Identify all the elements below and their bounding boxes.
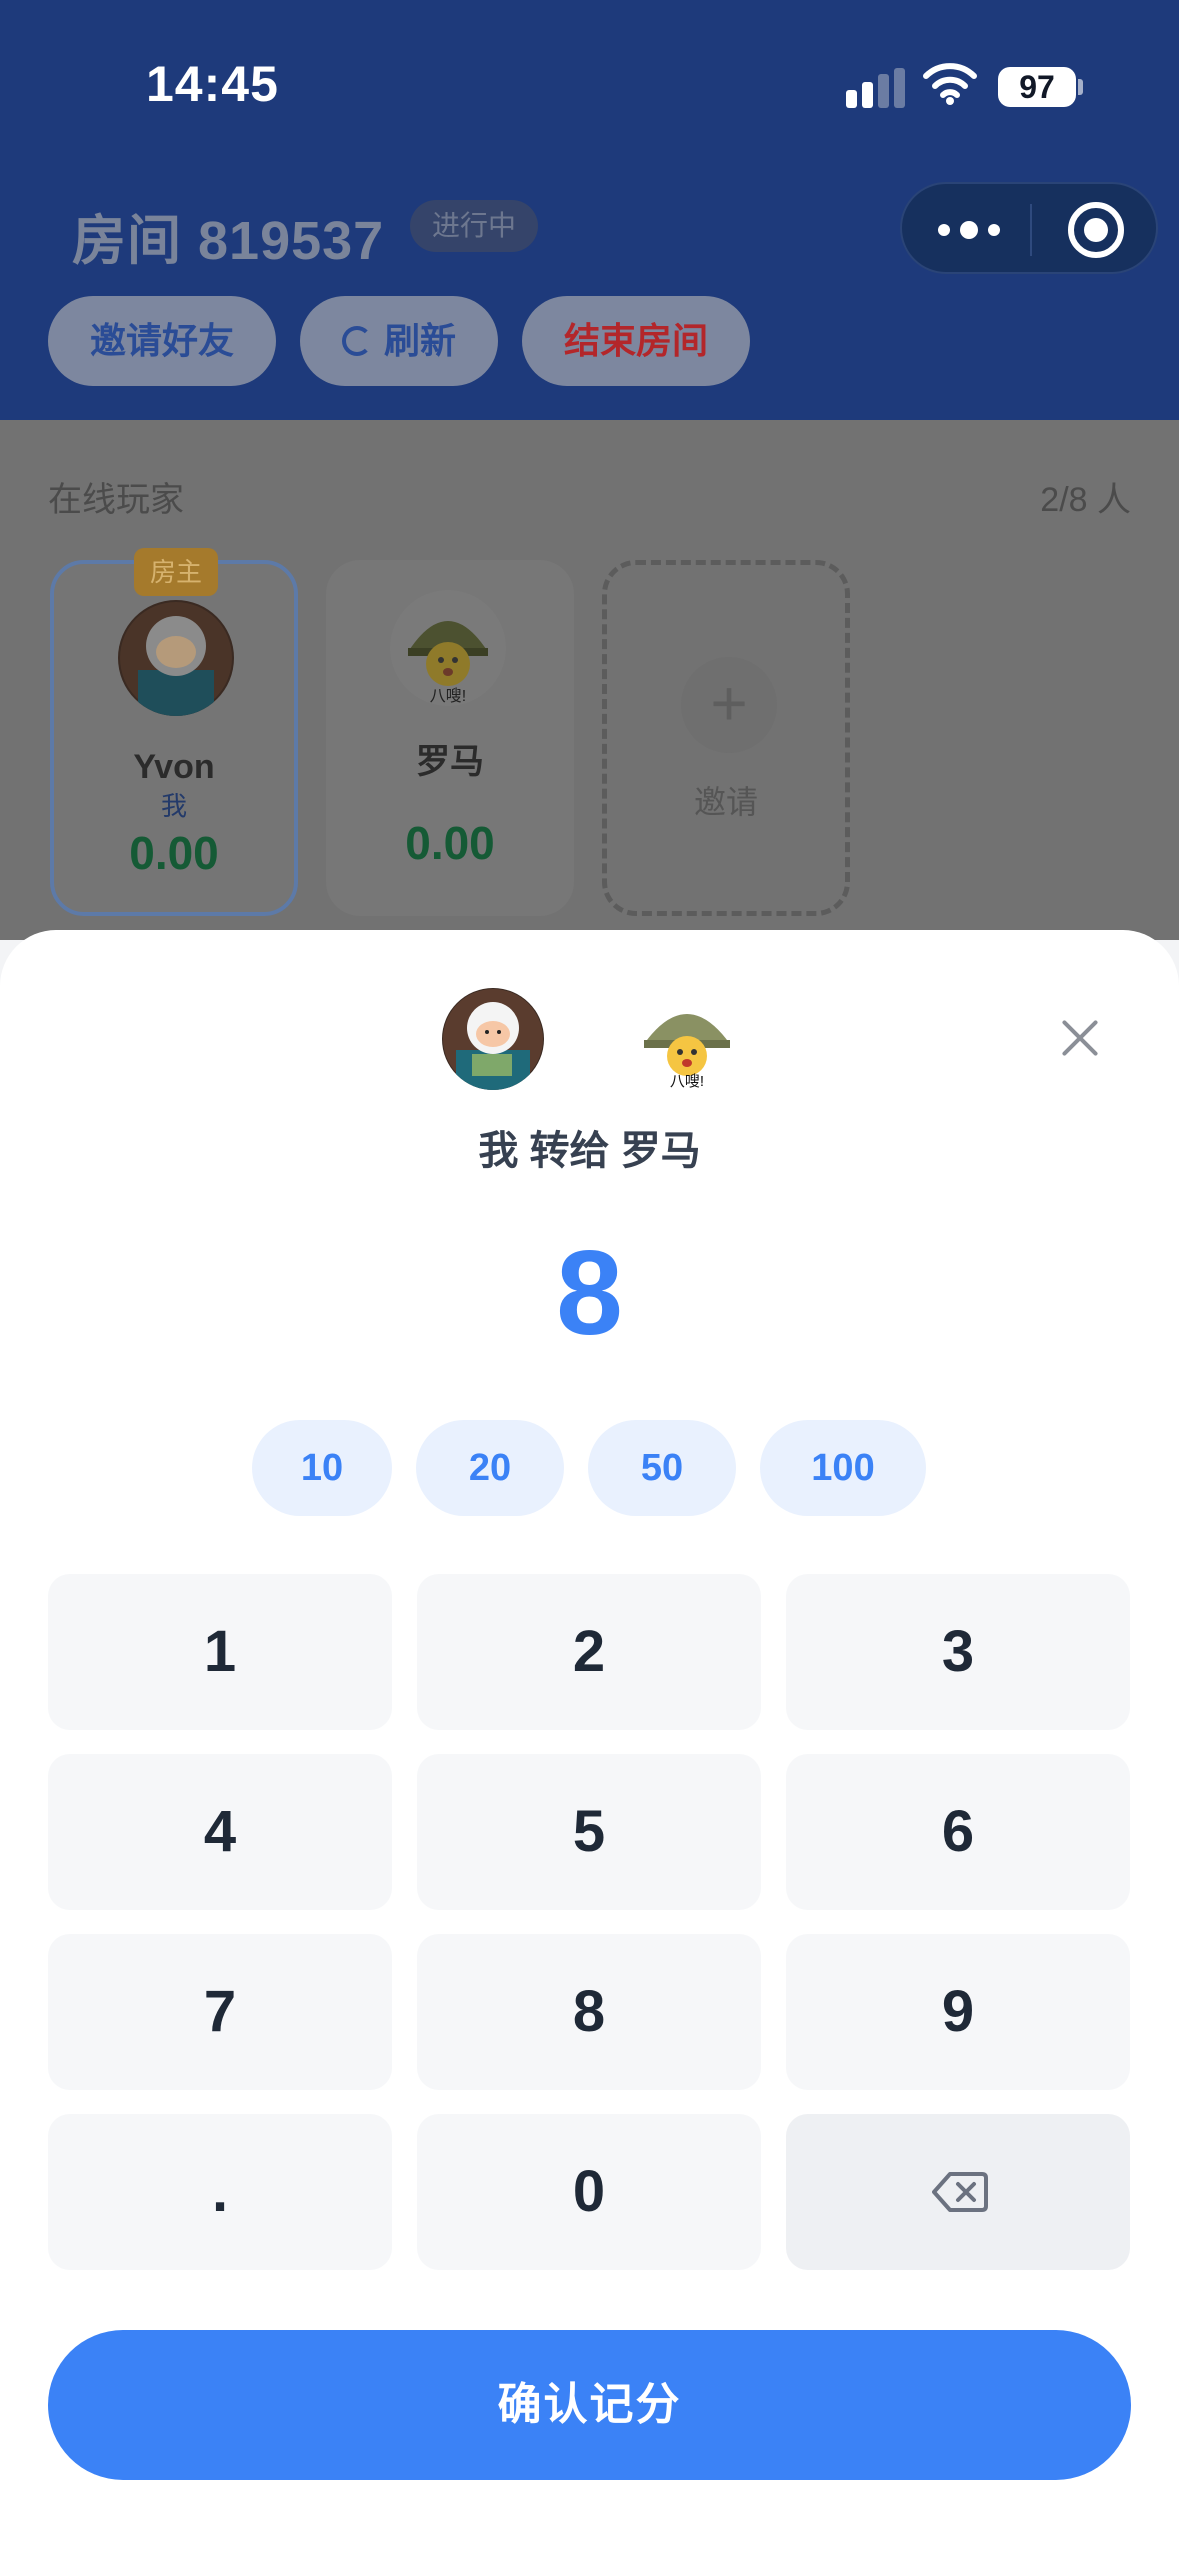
avatar: 八嗖! (390, 590, 506, 706)
battery-tip (1078, 79, 1083, 95)
cellular-signal-icon (846, 68, 906, 108)
me-label: 我 (160, 791, 187, 821)
key-delete[interactable] (786, 2114, 1130, 2270)
amount-display: 8 (556, 1226, 623, 1360)
key-3[interactable]: 3 (786, 1574, 1130, 1730)
mini-program-capsule (900, 182, 1158, 274)
key-5[interactable]: 5 (417, 1754, 761, 1910)
key-9[interactable]: 9 (786, 1934, 1130, 2090)
player-score: 0.00 (129, 827, 219, 879)
transfer-verb: 转给 (529, 1129, 610, 1173)
host-badge: 房主 (134, 548, 218, 596)
room-title: 房间 819537 (72, 211, 385, 271)
online-players-count: 2/8 人 (1040, 481, 1131, 519)
online-players-label: 在线玩家 (48, 481, 184, 519)
end-room-button[interactable]: 结束房间 (522, 296, 750, 386)
close-mini-program-icon[interactable] (1068, 202, 1124, 258)
battery-indicator: 97 (998, 67, 1076, 107)
from-avatar (442, 988, 544, 1090)
invite-label: 邀请 (693, 784, 758, 820)
player-score: 0.00 (405, 817, 495, 869)
avatar-caption: 八嗖! (669, 1073, 705, 1090)
to-avatar: 八嗖! (636, 988, 738, 1090)
backspace-icon (932, 2172, 988, 2212)
refresh-icon (341, 326, 372, 356)
quick-amount-20[interactable]: 20 (416, 1420, 564, 1516)
key-4[interactable]: 4 (48, 1754, 392, 1910)
key-7[interactable]: 7 (48, 1934, 392, 2090)
player-name: Yvon (133, 748, 215, 786)
player-card-luoma[interactable]: 八嗖! 罗马 0.00 (326, 560, 574, 916)
avatar-caption: 八嗖! (429, 688, 467, 705)
end-room-label: 结束房间 (563, 320, 708, 361)
transfer-from: 我 (478, 1129, 519, 1173)
key-0[interactable]: 0 (417, 2114, 761, 2270)
transfer-description: 我 转给 罗马 (0, 1118, 1179, 1176)
transfer-sheet: 八嗖! 我 转给 罗马 8 10 20 50 100 1 2 3 4 5 6 7… (0, 930, 1179, 2556)
more-icon[interactable] (938, 210, 1016, 250)
room-status-badge: 进行中 (410, 200, 539, 252)
confirm-score-button[interactable]: 确认记分 (48, 2330, 1131, 2480)
capsule-divider (1030, 204, 1032, 256)
avatar (118, 600, 234, 716)
player-name: 罗马 (416, 743, 484, 781)
key-2[interactable]: 2 (417, 1574, 761, 1730)
close-icon[interactable] (1052, 1010, 1108, 1066)
invite-slot[interactable]: + 邀请 (602, 560, 850, 916)
status-time: 14:45 (146, 56, 279, 112)
players-section: 在线玩家 2/8 人 房主 Yvon 我 0.00 八嗖! 罗马 0.00 + … (0, 420, 1179, 940)
invite-friends-label: 邀请好友 (89, 320, 234, 361)
wifi-icon (923, 63, 977, 105)
plus-icon: + (681, 657, 777, 753)
transfer-to: 罗马 (620, 1129, 701, 1173)
key-1[interactable]: 1 (48, 1574, 392, 1730)
refresh-button[interactable]: 刷新 (300, 296, 498, 386)
invite-friends-button[interactable]: 邀请好友 (48, 296, 276, 386)
key-8[interactable]: 8 (417, 1934, 761, 2090)
quick-amount-10[interactable]: 10 (252, 1420, 392, 1516)
quick-amount-100[interactable]: 100 (760, 1420, 926, 1516)
key-6[interactable]: 6 (786, 1754, 1130, 1910)
quick-amount-50[interactable]: 50 (588, 1420, 736, 1516)
player-card-yvon[interactable]: 房主 Yvon 我 0.00 (50, 548, 298, 916)
key-decimal[interactable]: . (48, 2114, 392, 2270)
header: 14:45 97 房间 819537 进行中 邀请好友 刷新 结束房间 (0, 0, 1179, 420)
refresh-label: 刷新 (383, 320, 456, 361)
